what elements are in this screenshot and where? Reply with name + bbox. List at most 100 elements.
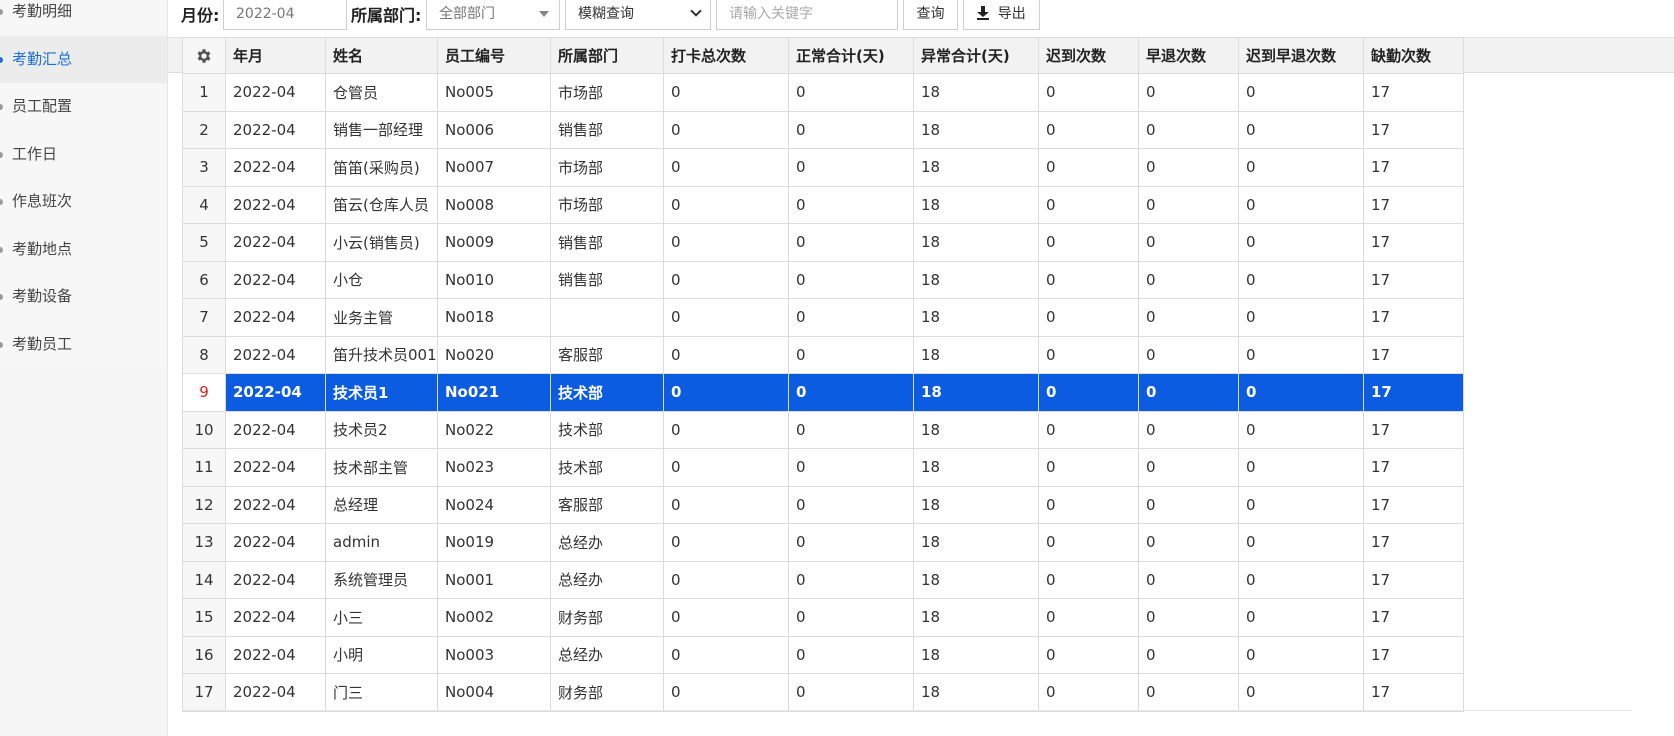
cell-name: 笛笛(采购员) [325,148,438,187]
cell-normal-days[interactable]: 0 [788,560,914,599]
column-header-normal-days[interactable]: 正常合计(天) [788,37,914,74]
cell-abnormal-days[interactable]: 18 [913,185,1039,224]
column-header-punch-total[interactable]: 打卡总次数 [663,37,789,74]
cell-abnormal-days[interactable]: 18 [913,598,1039,637]
cell-normal-days[interactable]: 0 [788,635,914,674]
table-row[interactable]: 1 2022-04 仓管员 No005 市场部 0 0 18 0 0 0 17 [182,73,1464,112]
cell-abnormal-days[interactable]: 18 [913,448,1039,487]
search-button[interactable]: 查询 [903,0,958,30]
cell-abnormal-days[interactable]: 18 [913,673,1039,712]
table-row[interactable]: 14 2022-04 系统管理员 No001 总经办 0 0 18 0 0 0 … [182,560,1464,599]
cell-normal-days[interactable]: 0 [788,223,914,262]
query-mode-select[interactable]: 模糊查询 [565,0,711,30]
table-row[interactable]: 17 2022-04 门三 No004 财务部 0 0 18 0 0 0 17 [182,673,1464,712]
table-row[interactable]: 4 2022-04 笛云(仓库人员 No008 市场部 0 0 18 0 0 0… [182,185,1464,224]
cell-punch-total[interactable]: 0 [663,523,789,562]
cell-normal-days[interactable]: 0 [788,73,914,112]
table-row[interactable]: 8 2022-04 笛升技术员001 No020 客服部 0 0 18 0 0 … [182,335,1464,374]
cell-abnormal-days[interactable]: 18 [913,373,1039,412]
cell-punch-total[interactable]: 0 [663,485,789,524]
cell-normal-days[interactable]: 0 [788,485,914,524]
cell-punch-total[interactable]: 0 [663,148,789,187]
column-header-year-month[interactable]: 年月 [225,37,326,74]
cell-abnormal-days[interactable]: 18 [913,298,1039,337]
keyword-input[interactable]: 请输入关键字 [716,0,898,30]
sidebar-item-location[interactable]: 考勤地点 [0,226,167,274]
cell-abnormal-days[interactable]: 18 [913,223,1039,262]
table-row[interactable]: 11 2022-04 技术部主管 No023 技术部 0 0 18 0 0 0 … [182,448,1464,487]
cell-normal-days[interactable]: 0 [788,110,914,149]
cell-punch-total[interactable]: 0 [663,298,789,337]
cell-punch-total[interactable]: 0 [663,185,789,224]
row-number: 4 [182,185,226,224]
cell-abnormal-days[interactable]: 18 [913,260,1039,299]
table-row[interactable]: 2 2022-04 销售一部经理 No006 销售部 0 0 18 0 0 0 … [182,110,1464,149]
cell-abnormal-days[interactable]: 18 [913,148,1039,187]
column-header-abnormal-days[interactable]: 异常合计(天) [913,37,1039,74]
column-header-department[interactable]: 所属部门 [550,37,664,74]
sidebar-item-employees[interactable]: 考勤员工 [0,321,167,369]
table-row[interactable]: 13 2022-04 admin No019 总经办 0 0 18 0 0 0 … [182,523,1464,562]
month-input[interactable]: 2022-04 [223,0,347,30]
sidebar-item-employee-config[interactable]: 员工配置 [0,83,167,131]
table-row[interactable]: 16 2022-04 小明 No003 总经办 0 0 18 0 0 0 17 [182,635,1464,674]
cell-punch-total[interactable]: 0 [663,260,789,299]
cell-name: 技术员2 [325,410,438,449]
table-row[interactable]: 5 2022-04 小云(销售员) No009 销售部 0 0 18 0 0 0… [182,223,1464,262]
cell-normal-days[interactable]: 0 [788,373,914,412]
column-header-absent-count[interactable]: 缺勤次数 [1363,37,1464,74]
column-header-early-leave-count[interactable]: 早退次数 [1138,37,1239,74]
cell-punch-total[interactable]: 0 [663,410,789,449]
cell-punch-total[interactable]: 0 [663,335,789,374]
cell-normal-days[interactable]: 0 [788,148,914,187]
cell-abnormal-days[interactable]: 18 [913,335,1039,374]
cell-normal-days[interactable]: 0 [788,185,914,224]
export-button[interactable]: 导出 [963,0,1040,30]
dept-select[interactable]: 全部部门 [426,0,560,30]
cell-normal-days[interactable]: 0 [788,298,914,337]
cell-punch-total[interactable]: 0 [663,598,789,637]
cell-punch-total[interactable]: 0 [663,73,789,112]
cell-punch-total[interactable]: 0 [663,635,789,674]
column-header-late-early-count[interactable]: 迟到早退次数 [1238,37,1364,74]
cell-abnormal-days[interactable]: 18 [913,635,1039,674]
sidebar-item-attendance-summary[interactable]: 考勤汇总 [0,35,167,83]
cell-normal-days[interactable]: 0 [788,673,914,712]
cell-abnormal-days[interactable]: 18 [913,410,1039,449]
sidebar-item-workday[interactable]: 工作日 [0,131,167,179]
table-row[interactable]: 3 2022-04 笛笛(采购员) No007 市场部 0 0 18 0 0 0… [182,148,1464,187]
cell-late-early-count: 0 [1238,635,1364,674]
cell-abnormal-days[interactable]: 18 [913,110,1039,149]
sidebar-item-label: 考勤明细 [12,2,73,20]
cell-normal-days[interactable]: 0 [788,260,914,299]
table-row[interactable]: 9 2022-04 技术员1 No021 技术部 0 0 18 0 0 0 17 [182,373,1464,412]
cell-normal-days[interactable]: 0 [788,523,914,562]
sidebar-item-shift[interactable]: 作息班次 [0,178,167,226]
cell-abnormal-days[interactable]: 18 [913,73,1039,112]
cell-punch-total[interactable]: 0 [663,560,789,599]
cell-normal-days[interactable]: 0 [788,448,914,487]
column-settings[interactable] [182,37,226,74]
cell-normal-days[interactable]: 0 [788,598,914,637]
cell-normal-days[interactable]: 0 [788,410,914,449]
table-row[interactable]: 6 2022-04 小仓 No010 销售部 0 0 18 0 0 0 17 [182,260,1464,299]
table-row[interactable]: 7 2022-04 业务主管 No018 0 0 18 0 0 0 17 [182,298,1464,337]
cell-punch-total[interactable]: 0 [663,110,789,149]
sidebar-item-attendance-detail[interactable]: 考勤明细 [0,0,167,36]
cell-punch-total[interactable]: 0 [663,673,789,712]
table-row[interactable]: 15 2022-04 小三 No002 财务部 0 0 18 0 0 0 17 [182,598,1464,637]
cell-normal-days[interactable]: 0 [788,335,914,374]
sidebar-item-device[interactable]: 考勤设备 [0,273,167,321]
cell-punch-total[interactable]: 0 [663,223,789,262]
cell-abnormal-days[interactable]: 18 [913,560,1039,599]
cell-abnormal-days[interactable]: 18 [913,485,1039,524]
cell-early-leave-count: 0 [1138,260,1239,299]
cell-abnormal-days[interactable]: 18 [913,523,1039,562]
cell-punch-total[interactable]: 0 [663,448,789,487]
cell-punch-total[interactable]: 0 [663,373,789,412]
table-row[interactable]: 12 2022-04 总经理 No024 客服部 0 0 18 0 0 0 17 [182,485,1464,524]
table-row[interactable]: 10 2022-04 技术员2 No022 技术部 0 0 18 0 0 0 1… [182,410,1464,449]
column-header-employee-id[interactable]: 员工编号 [437,37,551,74]
column-header-name[interactable]: 姓名 [325,37,438,74]
column-header-late-count[interactable]: 迟到次数 [1038,37,1139,74]
